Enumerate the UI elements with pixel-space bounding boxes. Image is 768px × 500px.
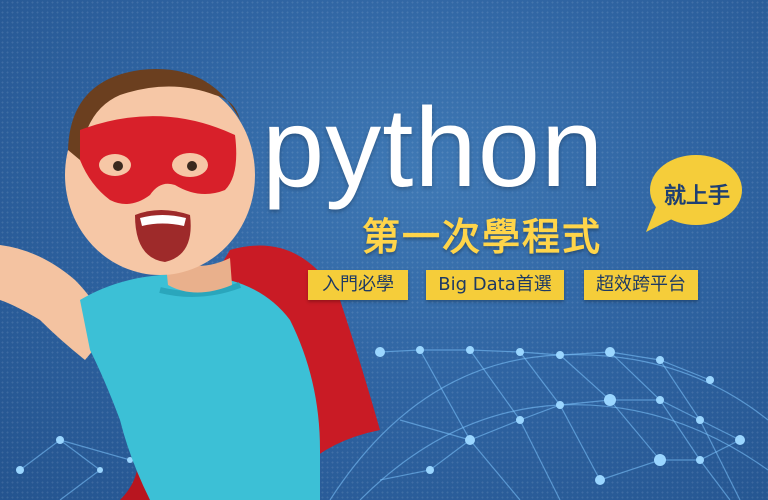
banner: python 就上手 第一次學程式 入門必學 Big Data首選 超效跨平台 [0,0,768,500]
subtitle: 第一次學程式 [362,215,603,259]
tag-big-data: Big Data首選 [426,270,564,300]
tag-cross-platform: 超效跨平台 [584,270,698,300]
speech-bubble-text: 就上手 [663,184,730,209]
tag-beginner: 入門必學 [308,270,408,300]
page-title: python [262,85,605,210]
